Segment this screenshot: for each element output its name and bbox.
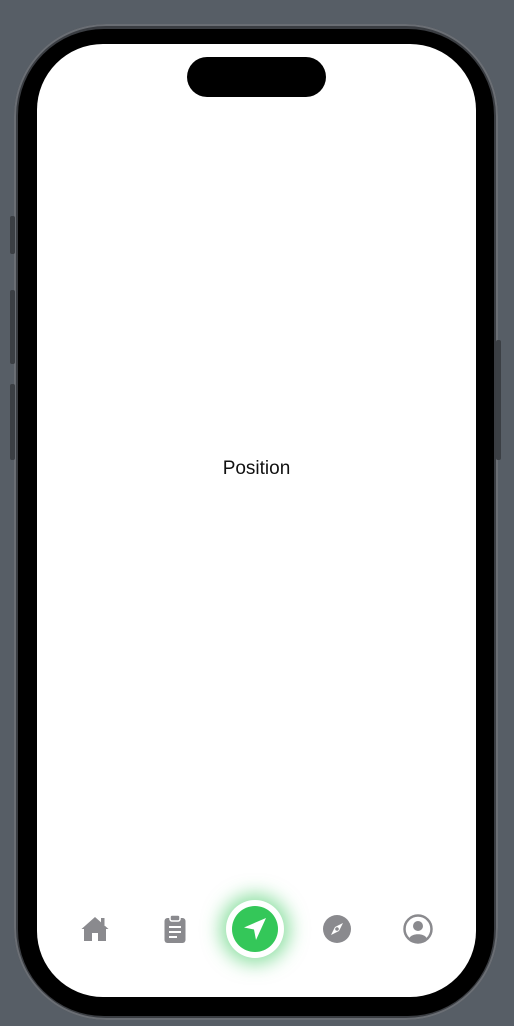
compass-icon	[323, 915, 351, 943]
tab-home[interactable]	[78, 912, 112, 946]
tab-position[interactable]	[226, 900, 284, 958]
volume-down-button	[10, 384, 15, 460]
person-circle-icon	[403, 914, 433, 944]
volume-up-button	[10, 290, 15, 364]
tab-profile[interactable]	[401, 912, 435, 946]
tab-bar	[37, 894, 476, 964]
tab-position-fill	[232, 906, 278, 952]
power-button	[496, 340, 501, 460]
position-title: Position	[222, 458, 291, 479]
tab-tasks[interactable]	[158, 912, 192, 946]
tab-explore[interactable]	[320, 912, 354, 946]
house-icon	[81, 917, 109, 941]
dynamic-island	[187, 57, 326, 97]
clipboard-icon	[164, 914, 186, 943]
action-button	[10, 216, 15, 254]
app-screen: Position	[37, 44, 476, 997]
location-arrow-icon	[244, 918, 266, 940]
